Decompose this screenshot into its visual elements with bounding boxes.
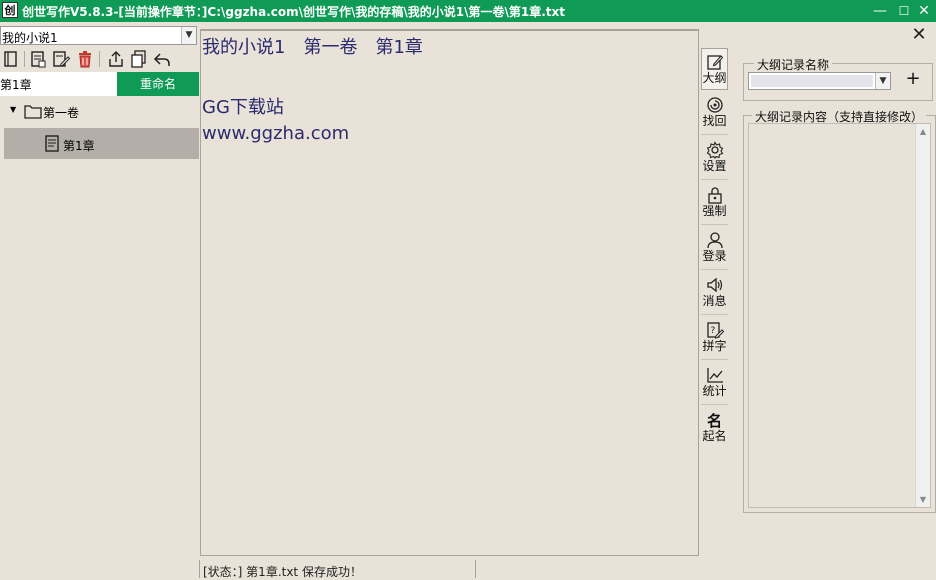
tree-chapter-selected[interactable]: 第1章: [4, 128, 199, 159]
tool-divider: [701, 314, 728, 315]
tool-divider: [701, 359, 728, 360]
name-icon: 名: [707, 412, 722, 429]
editor-line: GG下载站: [202, 97, 284, 118]
close-button[interactable]: ✕: [912, 1, 936, 21]
chapter-toolbar: [0, 48, 199, 70]
gear-icon: [706, 141, 723, 159]
delete-icon[interactable]: [75, 49, 95, 69]
tool-label: 设置: [702, 159, 727, 173]
outline-name-select[interactable]: ▼: [748, 72, 891, 90]
undo-icon[interactable]: [152, 49, 172, 69]
editor-line: 我的小说1 第一卷 第1章: [202, 37, 423, 58]
tool-force-button[interactable]: 强制: [701, 182, 728, 224]
chevron-down-icon[interactable]: ▼: [875, 73, 890, 89]
chevron-down-icon[interactable]: ▼: [181, 27, 196, 44]
folder-icon: [24, 105, 42, 119]
book-icon[interactable]: [1, 49, 21, 69]
tool-divider: [701, 224, 728, 225]
tool-label: 拼字: [702, 339, 727, 353]
tool-divider: [701, 269, 728, 270]
book-select-value: 我的小说1: [2, 31, 58, 45]
toolbar-divider: [24, 51, 25, 67]
close-icon[interactable]: ✕: [908, 24, 930, 46]
tool-label: 起名: [702, 429, 727, 443]
export-icon[interactable]: [106, 49, 126, 69]
chapter-file-icon: [45, 135, 59, 152]
tool-login-button[interactable]: 登录: [701, 227, 728, 269]
status-text: [状态：] 第1章.txt 保存成功！: [203, 565, 362, 579]
outline-content-textarea[interactable]: ▲ ▼: [748, 123, 931, 508]
tool-message-button[interactable]: 消息: [701, 272, 728, 314]
tool-label: 大纲: [702, 71, 727, 85]
tool-divider: [701, 179, 728, 180]
app-icon: 创: [2, 2, 18, 18]
outline-icon: [706, 55, 723, 70]
add-outline-button[interactable]: +: [903, 68, 923, 90]
tool-outline-button[interactable]: 大纲: [701, 48, 728, 90]
tree-chapter-label: 第1章: [63, 139, 95, 153]
scroll-up-icon[interactable]: ▲: [916, 124, 930, 139]
speaker-icon: [706, 277, 722, 293]
chapter-name-input[interactable]: [0, 72, 117, 96]
book-select[interactable]: 我的小说1 ▼: [0, 26, 197, 45]
status-divider: [475, 560, 476, 578]
chapter-editor[interactable]: 我的小说1 第一卷 第1章 GG下载站 www.ggzha.com: [200, 29, 699, 556]
tool-label: 强制: [702, 204, 727, 218]
svg-text:?: ?: [710, 326, 715, 336]
tree-volume-label: 第一卷: [43, 106, 80, 120]
tool-settings-button[interactable]: 设置: [701, 137, 728, 179]
edit-icon[interactable]: [51, 49, 71, 69]
window-title: 创世写作V5.8.3-[当前操作章节：]C:\ggzha.com\创世写作\我的…: [22, 5, 566, 19]
status-divider: [199, 560, 200, 578]
outline-name-value: [751, 75, 873, 87]
lock-icon: [707, 187, 722, 204]
outline-name-legend: 大纲记录名称: [754, 56, 833, 73]
tool-stats-button[interactable]: 统计: [701, 362, 728, 404]
new-chapter-icon[interactable]: [28, 49, 48, 69]
caret-down-icon[interactable]: ▼: [10, 105, 16, 114]
minimize-button[interactable]: —: [868, 1, 892, 21]
rename-button[interactable]: 重命名: [117, 72, 199, 96]
copy-icon[interactable]: [129, 49, 149, 69]
scroll-down-icon[interactable]: ▼: [916, 492, 930, 507]
tool-label: 消息: [702, 294, 727, 308]
user-icon: [706, 232, 723, 249]
recover-icon: [706, 97, 723, 113]
editor-line: www.ggzha.com: [202, 123, 350, 144]
tool-recover-button[interactable]: 找回: [701, 92, 728, 134]
toolbar-divider: [99, 51, 100, 67]
title-bar: 创 创世写作V5.8.3-[当前操作章节：]C:\ggzha.com\创世写作\…: [0, 0, 936, 22]
tool-spell-button[interactable]: ? 拼字: [701, 317, 728, 359]
tool-divider: [701, 134, 728, 135]
svg-text:名: 名: [707, 412, 722, 429]
spell-icon: ?: [706, 322, 724, 339]
tree-volume[interactable]: ▼ 第一卷: [0, 100, 199, 124]
tool-divider: [701, 404, 728, 405]
chart-icon: [706, 368, 723, 383]
tool-naming-button[interactable]: 名 起名: [701, 407, 728, 449]
tool-label: 登录: [702, 249, 727, 263]
tool-label: 找回: [702, 114, 727, 128]
tool-label: 统计: [702, 384, 727, 398]
outline-scrollbar[interactable]: ▲ ▼: [915, 124, 930, 507]
